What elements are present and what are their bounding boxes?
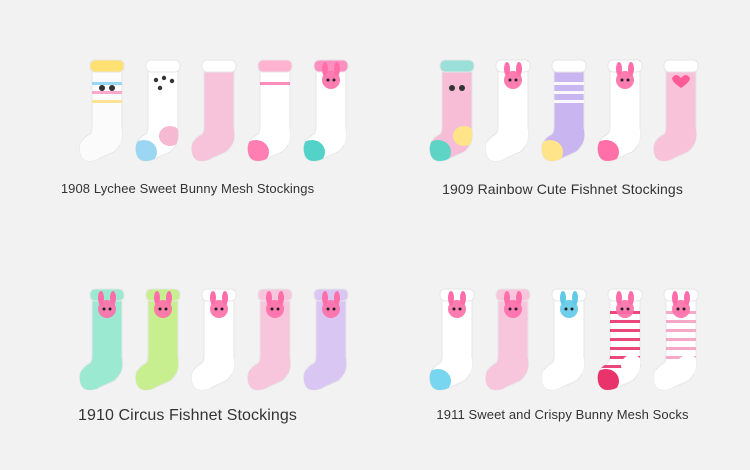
sock <box>653 288 699 391</box>
sock <box>79 288 125 391</box>
product-card-1908[interactable]: 1908 Lychee Sweet Bunny Mesh Stockings <box>0 0 375 235</box>
product-card-1909[interactable]: 1909 Rainbow Cute Fishnet Stockings <box>375 0 750 235</box>
product-caption: 1910 Circus Fishnet Stockings <box>77 407 297 424</box>
sock <box>247 59 293 162</box>
product-caption: 1911 Sweet and Crispy Bunny Mesh Socks <box>436 407 689 422</box>
sock <box>541 288 587 391</box>
sock <box>247 288 293 391</box>
product-grid: 1908 Lychee Sweet Bunny Mesh Stockings 1… <box>0 0 750 470</box>
sock <box>135 288 181 391</box>
sock-set-image <box>429 288 699 391</box>
sock-set-image <box>429 59 699 162</box>
sock <box>429 59 475 162</box>
sock-set-image <box>79 59 349 162</box>
sock <box>653 59 699 162</box>
sock <box>135 59 181 162</box>
sock <box>541 59 587 162</box>
sock <box>597 288 643 391</box>
sock <box>429 288 475 391</box>
sock <box>191 288 237 391</box>
sock <box>485 288 531 391</box>
sock <box>303 59 349 162</box>
product-caption: 1908 Lychee Sweet Bunny Mesh Stockings <box>60 181 315 196</box>
sock <box>597 59 643 162</box>
product-card-1910[interactable]: 1910 Circus Fishnet Stockings <box>0 235 375 470</box>
sock <box>191 59 237 162</box>
sock <box>79 59 125 162</box>
product-card-1911[interactable]: 1911 Sweet and Crispy Bunny Mesh Socks <box>375 235 750 470</box>
sock <box>485 59 531 162</box>
sock <box>303 288 349 391</box>
sock-set-image <box>79 288 349 391</box>
product-caption: 1909 Rainbow Cute Fishnet Stockings <box>442 181 683 197</box>
